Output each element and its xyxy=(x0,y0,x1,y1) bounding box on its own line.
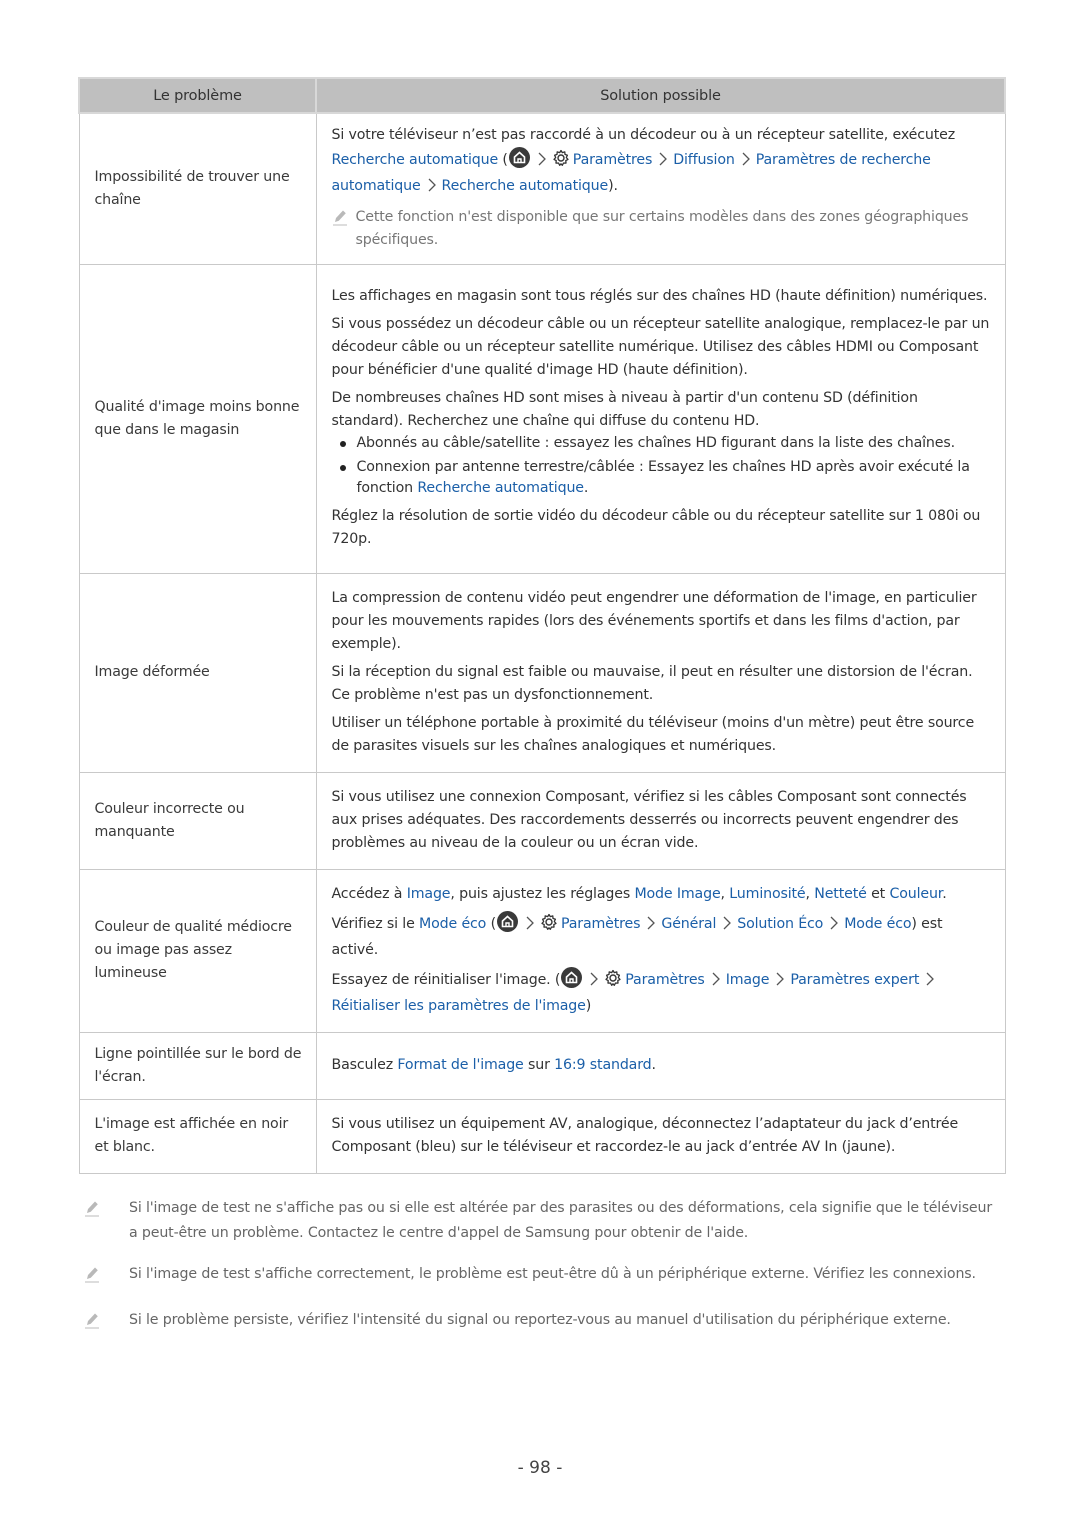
link-mode-eco[interactable]: Mode éco xyxy=(419,916,486,932)
bullet-item: Abonnés au câble/satellite : essayez les… xyxy=(332,433,993,454)
solution-paragraph: La compression de contenu vidéo peut eng… xyxy=(331,589,977,652)
chevron-right-icon xyxy=(526,915,534,938)
gear-icon xyxy=(540,913,558,939)
path-mode-eco[interactable]: Mode éco xyxy=(844,916,911,932)
link-couleur[interactable]: Couleur xyxy=(889,886,942,902)
page-content: Le problème Solution possible Impossibil… xyxy=(78,77,1006,1354)
path-image[interactable]: Image xyxy=(726,972,770,988)
solution-cell: La compression de contenu vidéo peut eng… xyxy=(315,572,1006,773)
link-image[interactable]: Image xyxy=(407,886,451,902)
chevron-right-icon xyxy=(590,971,599,994)
problem-cell: Qualité d'image moins bonne que dans le … xyxy=(78,263,317,574)
table-row: L'image est affichée en noir et blanc. S… xyxy=(78,1098,1006,1174)
troubleshooting-table: Le problème Solution possible Impossibil… xyxy=(78,77,1006,1174)
link-format-de-l-image[interactable]: Format de l'image xyxy=(397,1057,523,1073)
link-mode-image[interactable]: Mode Image xyxy=(634,886,720,902)
note: Cette fonction n'est disponible que sur … xyxy=(332,206,993,252)
table-header-row: Le problème Solution possible xyxy=(78,77,1006,114)
path-parametres[interactable]: Paramètres xyxy=(573,152,653,168)
home-icon xyxy=(496,910,518,932)
gear-icon xyxy=(552,149,570,175)
path-solution-eco[interactable]: Solution Éco xyxy=(737,916,823,932)
path-diffusion[interactable]: Diffusion xyxy=(673,152,735,168)
page-number: - 98 - xyxy=(517,1458,563,1478)
solution-text: Si votre téléviseur n’est pas raccordé à… xyxy=(332,124,993,200)
chevron-right-icon xyxy=(428,177,436,200)
solution-cell: Basculez Format de l'image sur 16:9 stan… xyxy=(315,1031,1006,1100)
problem-cell: L'image est affichée en noir et blanc. xyxy=(78,1098,317,1174)
table-row: Image déformée La compression de contenu… xyxy=(78,572,1006,773)
table-row: Ligne pointillée sur le bord de l'écran.… xyxy=(78,1031,1006,1100)
pencil-icon xyxy=(78,1196,129,1246)
link-nettete[interactable]: Netteté xyxy=(814,886,867,902)
chevron-right-icon xyxy=(830,915,839,938)
solution-paragraph: Si vous utilisez une connexion Composant… xyxy=(331,788,967,851)
solution-paragraph: Accédez à Image, puis ajustez les réglag… xyxy=(331,885,947,902)
problem-cell: Image déformée xyxy=(78,572,317,773)
link-16-9-standard[interactable]: 16:9 standard xyxy=(554,1057,652,1073)
chevron-right-icon xyxy=(742,151,750,174)
chevron-right-icon xyxy=(723,915,732,938)
bullet-list: Abonnés au câble/satellite : essayez les… xyxy=(332,433,993,499)
solution-paragraph: De nombreuses chaînes HD sont mises à ni… xyxy=(331,390,918,429)
home-icon xyxy=(561,966,583,988)
chevron-right-icon xyxy=(659,151,668,174)
solution-paragraph: Basculez Format de l'image sur 16:9 stan… xyxy=(331,1056,657,1073)
table-row: Impossibilité de trouver une chaîne Si v… xyxy=(78,112,1006,265)
problem-cell: Couleur de qualité médiocre ou image pas… xyxy=(78,868,317,1033)
path-parametres[interactable]: Paramètres xyxy=(625,972,705,988)
chevron-right-icon xyxy=(712,971,720,994)
solution-cell: Accédez à Image, puis ajustez les réglag… xyxy=(315,868,1006,1033)
path-general[interactable]: Général xyxy=(661,916,716,932)
problem-cell: Impossibilité de trouver une chaîne xyxy=(78,112,317,265)
bullet-item: Connexion par antenne terrestre/câblée :… xyxy=(332,457,993,499)
table-row: Couleur de qualité médiocre ou image pas… xyxy=(78,868,1006,1033)
path-reinitialiser-parametres-image[interactable]: Réitialiser les paramètres de l'image xyxy=(332,998,586,1014)
problem-cell: Ligne pointillée sur le bord de l'écran. xyxy=(78,1031,317,1100)
table-row: Qualité d'image moins bonne que dans le … xyxy=(78,263,1006,574)
solution-cell: Si vous utilisez une connexion Composant… xyxy=(315,771,1006,870)
footnote: Si l'image de test ne s'affiche pas ou s… xyxy=(78,1196,1004,1246)
link-recherche-automatique[interactable]: Recherche automatique xyxy=(332,152,499,168)
gear-icon xyxy=(604,969,622,995)
table-row: Couleur incorrecte ou manquante Si vous … xyxy=(78,771,1006,870)
solution-paragraph: Si vous possédez un décodeur câble ou un… xyxy=(331,316,990,378)
footnote: Si le problème persiste, vérifiez l'inte… xyxy=(78,1308,1004,1338)
path-recherche-automatique[interactable]: Recherche automatique xyxy=(442,178,609,194)
footnote: Si l'image de test s'affiche correctemen… xyxy=(78,1262,1004,1292)
solution-paragraph: Réglez la résolution de sortie vidéo du … xyxy=(331,508,981,547)
solution-paragraph: Vérifiez si le Mode éco (Paramètres Génér… xyxy=(332,910,993,962)
solution-paragraph: Si vous utilisez un équipement AV, analo… xyxy=(331,1115,959,1155)
header-problem: Le problème xyxy=(78,77,317,114)
home-icon xyxy=(508,146,530,168)
pencil-icon xyxy=(78,1308,129,1338)
solution-paragraph: Utiliser un téléphone portable à proximi… xyxy=(331,714,975,754)
note-text: Cette fonction n'est disponible que sur … xyxy=(355,208,969,248)
solution-paragraph: Essayez de réinitialiser l'image. (Param… xyxy=(332,966,993,1018)
solution-cell: Si votre téléviseur n’est pas raccordé à… xyxy=(315,112,1006,265)
chevron-right-icon xyxy=(926,971,935,994)
solution-paragraph: Les affichages en magasin sont tous régl… xyxy=(331,288,988,304)
pencil-icon xyxy=(78,1262,129,1292)
link-recherche-automatique[interactable]: Recherche automatique xyxy=(417,480,584,496)
pencil-icon xyxy=(332,206,356,252)
chevron-right-icon xyxy=(538,151,546,174)
link-luminosite[interactable]: Luminosité xyxy=(729,886,805,902)
footnotes: Si l'image de test ne s'affiche pas ou s… xyxy=(78,1196,1004,1338)
chevron-right-icon xyxy=(776,971,785,994)
problem-cell: Couleur incorrecte ou manquante xyxy=(78,771,317,870)
solution-paragraph: Si la réception du signal est faible ou … xyxy=(331,663,973,703)
path-parametres-expert[interactable]: Paramètres expert xyxy=(790,972,919,988)
path-parametres[interactable]: Paramètres xyxy=(561,916,641,932)
header-solution: Solution possible xyxy=(315,77,1006,114)
solution-cell: Les affichages en magasin sont tous régl… xyxy=(315,263,1006,574)
chevron-right-icon xyxy=(647,915,656,938)
solution-cell: Si vous utilisez un équipement AV, analo… xyxy=(315,1098,1006,1174)
